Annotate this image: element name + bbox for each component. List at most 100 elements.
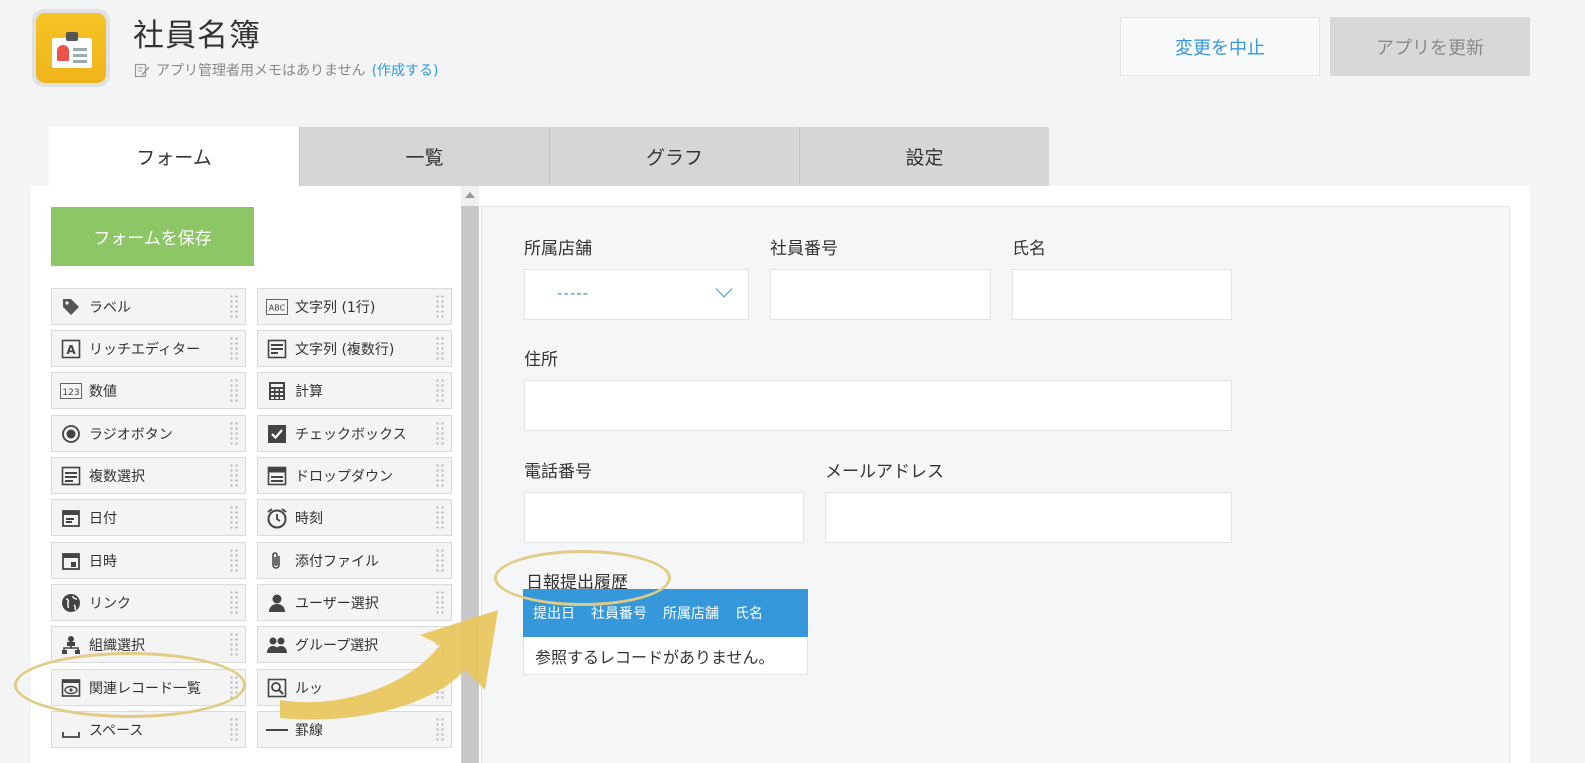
tab-graph[interactable]: グラフ (549, 127, 799, 186)
palette-item-link[interactable]: リンク (51, 584, 246, 621)
multiline-text-icon (265, 337, 288, 360)
scroll-up-arrow-icon[interactable] (465, 192, 475, 198)
palette-item-org-select[interactable]: 組織選択 (51, 626, 246, 663)
palette-item-attachment-text: 添付ファイル (295, 553, 379, 570)
palette-item-radio[interactable]: ラジオボタン (51, 415, 246, 452)
form-editor-panel: フォームを保存 ラベル A リッチエディター 123 数値 ラジオボタン 複数選… (31, 186, 1530, 763)
palette-item-multi-select[interactable]: 複数選択 (51, 457, 246, 494)
palette-item-multi-select-text: 複数選択 (89, 468, 145, 485)
palette-item-attachment[interactable]: 添付ファイル (257, 542, 452, 579)
store-dropdown[interactable]: ----- (524, 269, 749, 320)
related-records-icon (59, 676, 82, 699)
address-label: 住所 (524, 350, 558, 370)
org-icon (59, 633, 82, 656)
number-123-icon: 123 (59, 379, 82, 402)
svg-text:123: 123 (62, 388, 79, 398)
user-icon (265, 591, 288, 614)
tab-settings[interactable]: 設定 (799, 127, 1049, 186)
email-label: メールアドレス (825, 462, 944, 482)
dropdown-icon (265, 464, 288, 487)
memo-text: アプリ管理者用メモはありません (156, 63, 366, 79)
tab-list[interactable]: 一覧 (299, 127, 549, 186)
palette-item-label[interactable]: ラベル (51, 288, 246, 325)
palette-item-single-line-text[interactable]: ABC 文字列 (1行) (257, 288, 452, 325)
multi-select-icon (59, 464, 82, 487)
phone-input[interactable] (524, 492, 804, 543)
lookup-icon (265, 676, 288, 699)
palette-item-related-records[interactable]: 関連レコード一覧 (51, 669, 246, 706)
paperclip-icon (265, 549, 288, 572)
cancel-changes-button[interactable]: 変更を中止 (1120, 17, 1320, 76)
form-canvas: 所属店舗 ----- 社員番号 氏名 住所 電話番号 メールアドレス 日報提出履… (481, 206, 1510, 763)
settings-tabs: フォーム 一覧 グラフ 設定 (49, 127, 1049, 186)
chevron-down-icon (715, 280, 733, 298)
palette-item-checkbox-text: チェックボックス (295, 426, 407, 443)
palette-item-single-line-text-label: 文字列 (1行) (295, 299, 376, 316)
palette-item-datetime-text: 日時 (89, 553, 117, 570)
line-icon (265, 718, 288, 741)
palette-item-time-text: 時刻 (295, 510, 323, 527)
palette-item-dropdown-text: ドロップダウン (295, 468, 393, 485)
palette-item-calc[interactable]: 計算 (257, 372, 452, 409)
tag-icon (59, 295, 82, 318)
palette-item-space-text: スペース (89, 722, 144, 739)
name-input[interactable] (1012, 269, 1232, 320)
calculator-icon (265, 379, 288, 402)
palette-item-lookup-text: ルッ (295, 680, 323, 697)
related-records-empty-message: 参照するレコードがありません。 (523, 637, 808, 675)
store-dropdown-value: ----- (557, 284, 590, 302)
palette-item-checkbox[interactable]: チェックボックス (257, 415, 452, 452)
palette-item-border-line-text: 罫線 (295, 722, 323, 739)
related-records-table-header: 提出日 社員番号 所属店舗 氏名 (523, 589, 808, 637)
app-icon (32, 9, 110, 87)
palette-item-rich-editor-text: リッチエディター (89, 341, 201, 358)
palette-item-link-text: リンク (89, 595, 131, 612)
group-icon (265, 633, 288, 656)
abc-icon: ABC (265, 295, 288, 318)
datetime-icon (59, 549, 82, 572)
palette-item-date[interactable]: 日付 (51, 499, 246, 536)
app-title: 社員名簿 (133, 18, 261, 54)
memo-create-link[interactable]: (作成する) (372, 60, 439, 80)
palette-item-time[interactable]: 時刻 (257, 499, 452, 536)
palette-item-multi-line-text-label: 文字列 (複数行) (295, 341, 395, 358)
rich-text-icon: A (59, 337, 82, 360)
palette-scroll-thumb[interactable] (461, 206, 479, 763)
palette-item-multi-line-text[interactable]: 文字列 (複数行) (257, 330, 452, 367)
palette-item-related-records-text: 関連レコード一覧 (89, 680, 201, 697)
tab-form[interactable]: フォーム (49, 127, 299, 186)
palette-item-user-select-text: ユーザー選択 (295, 595, 379, 612)
palette-item-space[interactable]: スペース (51, 711, 246, 748)
palette-item-datetime[interactable]: 日時 (51, 542, 246, 579)
palette-item-group-select[interactable]: グループ選択 (257, 626, 452, 663)
memo-edit-icon (134, 63, 150, 78)
palette-item-radio-text: ラジオボタン (89, 426, 173, 443)
column-store: 所属店舗 (663, 606, 719, 622)
radio-icon (59, 422, 82, 445)
palette-item-label-text: ラベル (89, 299, 131, 316)
employee-no-input[interactable] (770, 269, 991, 320)
svg-text:A: A (66, 343, 76, 357)
phone-label: 電話番号 (524, 462, 592, 482)
column-employee-no: 社員番号 (591, 606, 647, 622)
clock-icon (265, 506, 288, 529)
palette-item-number[interactable]: 123 数値 (51, 372, 246, 409)
palette-item-user-select[interactable]: ユーザー選択 (257, 584, 452, 621)
employee-no-label: 社員番号 (770, 239, 838, 259)
save-form-button[interactable]: フォームを保存 (51, 207, 254, 266)
calendar-icon (59, 506, 82, 529)
space-icon (59, 718, 82, 741)
palette-item-dropdown[interactable]: ドロップダウン (257, 457, 452, 494)
email-input[interactable] (825, 492, 1232, 543)
globe-icon (59, 591, 82, 614)
palette-item-calc-text: 計算 (295, 383, 323, 400)
store-field-label: 所属店舗 (524, 239, 592, 259)
update-app-button[interactable]: アプリを更新 (1330, 17, 1530, 76)
address-input[interactable] (524, 380, 1232, 431)
palette-item-lookup[interactable]: ルッ (257, 669, 452, 706)
palette-item-border-line[interactable]: 罫線 (257, 711, 452, 748)
palette-item-rich-editor[interactable]: A リッチエディター (51, 330, 246, 367)
checkbox-icon (265, 422, 288, 445)
palette-item-org-select-text: 組織選択 (89, 637, 145, 654)
svg-text:ABC: ABC (268, 303, 285, 312)
